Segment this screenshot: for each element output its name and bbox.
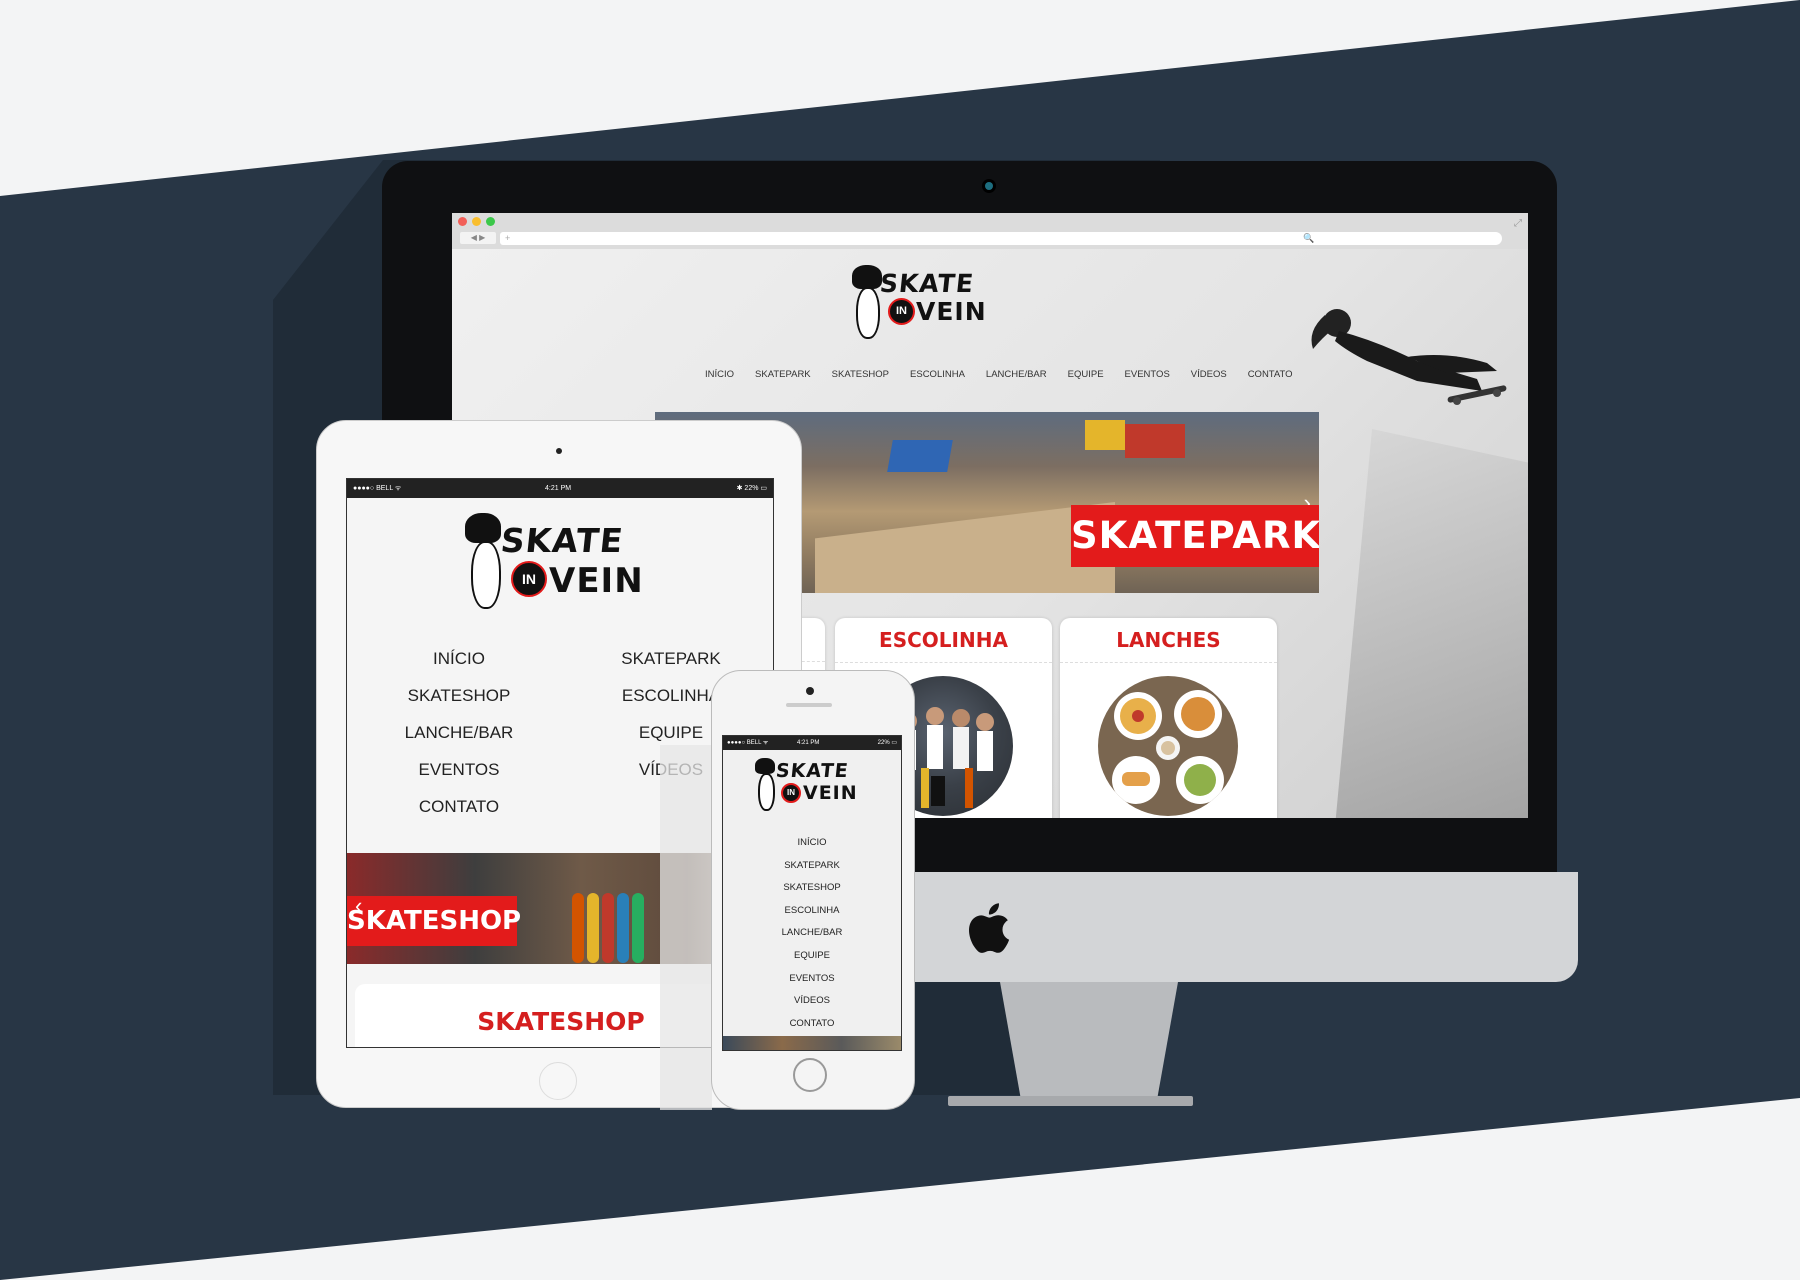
nav-escolinha[interactable]: ESCOLINHA	[723, 900, 901, 923]
logo-vein-text: VEIN	[549, 561, 644, 601]
maximize-window-button[interactable]	[486, 217, 495, 226]
skatepark-ramp	[815, 502, 1115, 593]
skater-face-icon	[758, 773, 775, 811]
card-lanches[interactable]: LANCHES	[1060, 618, 1277, 818]
carrier-signal: ●●●●○ BELL ᯤ	[353, 485, 402, 492]
nav-equipe[interactable]: EQUIPE	[1068, 369, 1104, 380]
nav-skatepark[interactable]: SKATEPARK	[571, 649, 771, 669]
overlay-panel	[660, 745, 712, 1110]
fist-icon	[852, 265, 882, 289]
graffiti-panel	[887, 440, 953, 472]
apple-icon	[969, 903, 1010, 953]
fist-icon	[465, 513, 501, 543]
skateboard-deck	[632, 893, 644, 963]
skateboard-deck	[587, 893, 599, 963]
browser-search-input[interactable]: 🔍	[1297, 232, 1502, 245]
skateboard-deck	[602, 893, 614, 963]
lanches-photo	[1098, 676, 1238, 816]
nav-skatepark[interactable]: SKATEPARK	[755, 369, 811, 380]
imac-camera	[985, 182, 993, 190]
site-logo[interactable]: SKATE IN VEIN	[852, 265, 1002, 345]
address-bar[interactable]: +	[500, 232, 1336, 245]
ramp-photo	[1332, 429, 1528, 818]
nav-lanche-bar[interactable]: LANCHE/BAR	[359, 723, 559, 743]
nav-videos[interactable]: VÍDEOS	[1191, 369, 1227, 380]
skateboard-deck	[572, 893, 584, 963]
phone-speaker	[786, 703, 832, 707]
close-window-button[interactable]	[458, 217, 467, 226]
logo-skate-text: SKATE	[878, 269, 976, 298]
site-logo[interactable]: SKATE IN VEIN	[755, 758, 875, 824]
card-title: LANCHES	[1060, 618, 1277, 663]
fist-icon	[755, 758, 775, 774]
phone-hero-preview	[723, 1036, 901, 1050]
status-time: 4:21 PM	[797, 740, 820, 746]
nav-videos[interactable]: VÍDEOS	[723, 990, 901, 1013]
browser-toolbar: ◀ ▶ + 🔍 ⤢	[452, 213, 1528, 250]
logo-vein-text: VEIN	[803, 782, 858, 804]
nav-eventos[interactable]: EVENTOS	[723, 968, 901, 991]
tablet-status-bar: ●●●●○ BELL ᯤ 4:21 PM ✱ 22% ▭	[347, 479, 773, 498]
desktop-nav: INÍCIO SKATEPARK SKATESHOP ESCOLINHA LAN…	[705, 369, 1293, 380]
nav-contato[interactable]: CONTATO	[723, 1013, 901, 1036]
nav-eventos[interactable]: EVENTOS	[359, 760, 559, 780]
slider-prev-icon[interactable]: ‹	[355, 893, 362, 919]
phone-screen: ●●●●○ BELL ᯤ 4:21 PM 22% ▭ SKATE IN VEIN…	[722, 735, 902, 1051]
phone-status-bar: ●●●●○ BELL ᯤ 4:21 PM 22% ▭	[723, 736, 901, 750]
skater-face-icon	[856, 287, 880, 339]
nav-skatepark[interactable]: SKATEPARK	[723, 855, 901, 878]
logo-vein-text: VEIN	[916, 297, 987, 326]
logo-skate-text: SKATE	[498, 521, 626, 560]
nav-contato[interactable]: CONTATO	[359, 797, 559, 817]
skater-face-icon	[471, 541, 501, 609]
battery-status: ✱ 22% ▭	[736, 485, 767, 492]
tablet-home-button[interactable]	[539, 1062, 577, 1100]
hero-label: SKATEPARK	[1071, 505, 1319, 567]
site-logo[interactable]: SKATE IN VEIN	[465, 513, 665, 623]
graffiti-panel	[1085, 420, 1125, 450]
logo-skate-text: SKATE	[774, 760, 850, 782]
nav-skateshop[interactable]: SKATESHOP	[832, 369, 889, 380]
food-plates-image	[1112, 690, 1224, 804]
logo-in-badge: IN	[781, 783, 801, 803]
logo-in-badge: IN	[511, 561, 547, 597]
imac-stand-base	[948, 1096, 1193, 1106]
nav-inicio[interactable]: INÍCIO	[359, 649, 559, 669]
nav-eventos[interactable]: EVENTOS	[1125, 369, 1170, 380]
nav-escolinha[interactable]: ESCOLINHA	[910, 369, 965, 380]
graffiti-panel	[1125, 424, 1185, 458]
nav-contato[interactable]: CONTATO	[1248, 369, 1293, 380]
status-time: 4:21 PM	[545, 485, 572, 492]
carrier-signal: ●●●●○ BELL ᯤ	[727, 740, 769, 746]
hero-label: SKATESHOP	[347, 896, 521, 946]
phone-nav: INÍCIO SKATEPARK SKATESHOP ESCOLINHA LAN…	[723, 832, 901, 1035]
skater-photo	[1311, 309, 1507, 405]
tablet-camera	[556, 448, 562, 454]
fullscreen-icon[interactable]: ⤢	[1514, 218, 1522, 229]
minimize-window-button[interactable]	[472, 217, 481, 226]
card-title: ESCOLINHA	[835, 618, 1052, 663]
phone-camera	[806, 687, 814, 695]
imac-stand	[1000, 982, 1178, 1102]
phone-home-button[interactable]	[793, 1058, 827, 1092]
nav-skateshop[interactable]: SKATESHOP	[359, 686, 559, 706]
back-forward-buttons[interactable]: ◀ ▶	[460, 232, 496, 244]
nav-lanche-bar[interactable]: LANCHE/BAR	[986, 369, 1047, 380]
skateboard-deck	[617, 893, 629, 963]
nav-equipe[interactable]: EQUIPE	[723, 945, 901, 968]
nav-inicio[interactable]: INÍCIO	[705, 369, 734, 380]
battery-status: 22% ▭	[877, 740, 897, 746]
nav-skateshop[interactable]: SKATESHOP	[723, 877, 901, 900]
logo-in-badge: IN	[888, 298, 915, 325]
nav-lanche-bar[interactable]: LANCHE/BAR	[723, 922, 901, 945]
nav-inicio[interactable]: INÍCIO	[723, 832, 901, 855]
